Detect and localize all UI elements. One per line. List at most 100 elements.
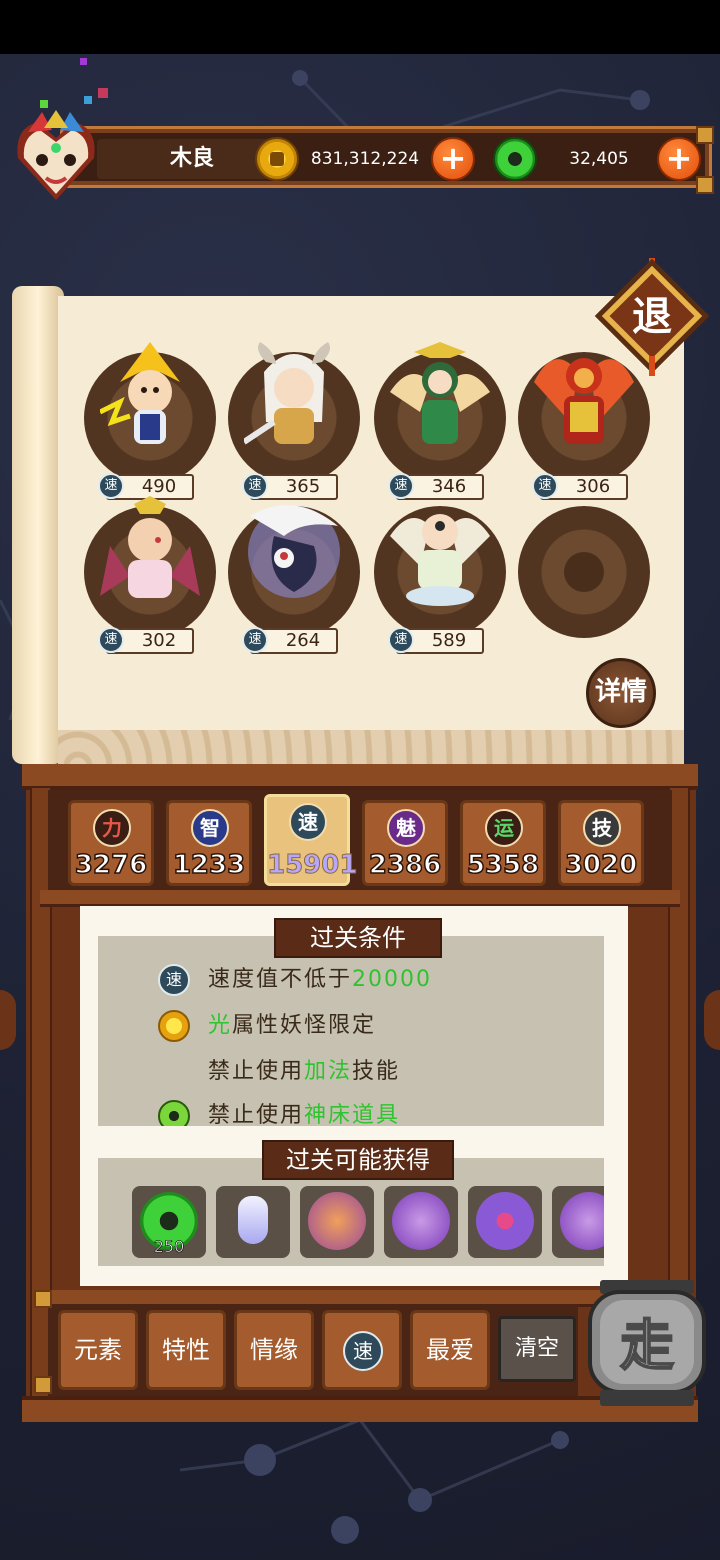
light-element-icon (158, 1010, 190, 1042)
cabinet-middle-shelf (40, 890, 680, 907)
skill-icon: 技 (583, 809, 621, 847)
exit-button[interactable]: 退 (592, 258, 712, 378)
hero-speed-value: 264 (285, 630, 321, 651)
filter-favorite-button[interactable]: 最爱 (410, 1310, 490, 1390)
cabinet-corner-bolt (34, 1290, 52, 1308)
hero-speed-value: 365 (285, 476, 321, 497)
stat-tile-luck[interactable]: 运 5358 (460, 800, 546, 886)
reward-item-potion[interactable] (216, 1186, 290, 1258)
speed-icon: 速 (532, 473, 558, 499)
stat-value-intellect: 1233 (172, 849, 246, 881)
hero-slot[interactable]: 速 346 (374, 342, 506, 500)
item-condition-icon (158, 1100, 190, 1126)
filter-bond-button[interactable]: 情缘 (234, 1310, 314, 1390)
condition-text: 属性妖怪限定 (232, 1013, 377, 1038)
filter-speed-button[interactable]: 速 (322, 1310, 402, 1390)
reward-item-orb-partial[interactable] (552, 1186, 604, 1258)
hero-slot-empty[interactable] (518, 506, 650, 638)
filter-element-button[interactable]: 元素 (58, 1310, 138, 1390)
hero-slot[interactable]: 速 589 (374, 506, 506, 654)
intellect-icon: 智 (191, 809, 229, 847)
stat-tile-speed[interactable]: 速 15901 (264, 794, 358, 886)
stat-value-speed: 15901 (267, 850, 358, 881)
hero-slot[interactable]: 速 490 (84, 342, 216, 500)
stat-tile-strength[interactable]: 力 3276 (68, 800, 154, 886)
reward-item-jade[interactable]: 250 (132, 1186, 206, 1258)
condition-skill-ban: 禁止使用加法技能 (208, 1054, 400, 1090)
potion-icon (238, 1196, 268, 1244)
condition-highlight: 神床道具 (304, 1103, 401, 1126)
rewards-title: 过关可能获得 (262, 1140, 454, 1180)
stat-tile-intellect[interactable]: 智 1233 (166, 800, 252, 886)
hero-slot[interactable]: 速 264 (228, 505, 360, 654)
scroll-wave-border (58, 730, 684, 766)
empty-slot-hole (564, 552, 604, 592)
hero-speed-value: 589 (431, 630, 467, 651)
stat-tile-charm[interactable]: 魅 2386 (362, 800, 448, 886)
reward-item-orb-orange[interactable] (300, 1186, 374, 1258)
hero-slot[interactable]: 速 365 (228, 342, 360, 500)
resource-bar: 木良 831,312,224 + 32,405 + (60, 126, 712, 188)
clear-button[interactable]: 清空 (498, 1316, 576, 1382)
stat-tile-skill[interactable]: 技 3020 (558, 800, 644, 886)
hero-portrait-crane (248, 505, 340, 598)
hero-speed-value: 306 (575, 476, 611, 497)
detail-button[interactable]: 详情 (586, 658, 656, 728)
left-edge-ornament (0, 990, 16, 1050)
hero-portrait-goat (244, 342, 330, 445)
condition-text: 技能 (352, 1059, 401, 1084)
speed-condition-icon: 速 (158, 964, 190, 996)
condition-highlight: 加法 (304, 1059, 353, 1084)
condition-highlight: 光 (208, 1013, 233, 1038)
reward-item-orb-purple[interactable] (384, 1186, 458, 1258)
player-avatar[interactable] (8, 108, 104, 204)
stat-value-charm: 2386 (368, 849, 442, 881)
condition-text: 禁止使用 (208, 1059, 305, 1084)
speed-icon: 速 (98, 627, 124, 653)
hero-speed-tag: 速 589 (388, 627, 484, 654)
cabinet-corner-bolt (34, 1376, 52, 1394)
hero-speed-value: 490 (141, 476, 177, 497)
speed-filter-icon: 速 (343, 1331, 383, 1371)
hero-portrait-sage (390, 514, 490, 606)
jade-coin-icon (493, 137, 537, 181)
gold-coin-icon (255, 137, 299, 181)
pass-conditions-title: 过关条件 (274, 918, 442, 958)
orb-icon (308, 1192, 366, 1250)
cabinet-top-shelf (22, 764, 698, 790)
hero-speed-value: 346 (431, 476, 467, 497)
add-gold-button[interactable]: + (431, 137, 475, 181)
right-edge-ornament (704, 990, 720, 1050)
hero-speed-tag: 速 306 (532, 473, 628, 500)
stat-value-strength: 3276 (74, 849, 148, 881)
condition-text: 速度值不低于 (208, 967, 353, 992)
gold-amount: 831,312,224 (310, 149, 420, 169)
luck-icon: 运 (485, 809, 523, 847)
header-corner-bolt (696, 126, 714, 144)
filter-trait-button[interactable]: 特性 (146, 1310, 226, 1390)
charm-icon: 魅 (387, 809, 425, 847)
header-corner-bolt (696, 176, 714, 194)
condition-element: 光属性妖怪限定 (208, 1008, 376, 1044)
stat-value-luck: 5358 (466, 849, 540, 881)
orb-icon (392, 1192, 450, 1250)
orb-icon (476, 1192, 534, 1250)
hero-speed-tag: 速 264 (242, 627, 338, 654)
speed-stat-icon: 速 (289, 803, 327, 841)
add-jade-button[interactable]: + (657, 137, 701, 181)
reward-item-orb-violet[interactable] (468, 1186, 542, 1258)
resource-bar-inner: 木良 831,312,224 + 32,405 + (67, 133, 705, 181)
scroll-rod (12, 286, 64, 764)
hero-speed-value: 302 (141, 630, 177, 651)
reward-count: 250 (153, 1237, 185, 1257)
pass-conditions-box: 速 速度值不低于20000 光属性妖怪限定 禁止使用加法技能 禁止使用神床道具 (98, 936, 604, 1126)
speed-icon: 速 (242, 627, 268, 653)
condition-text: 禁止使用 (208, 1103, 305, 1126)
hero-slot[interactable]: 速 302 (84, 496, 216, 654)
stat-value-skill: 3020 (564, 849, 638, 881)
speed-icon: 速 (388, 627, 414, 653)
go-button[interactable]: 走 (586, 1280, 708, 1410)
hero-portrait-fox-girl (100, 496, 200, 598)
condition-highlight: 20000 (352, 967, 433, 992)
orb-icon (560, 1192, 604, 1250)
